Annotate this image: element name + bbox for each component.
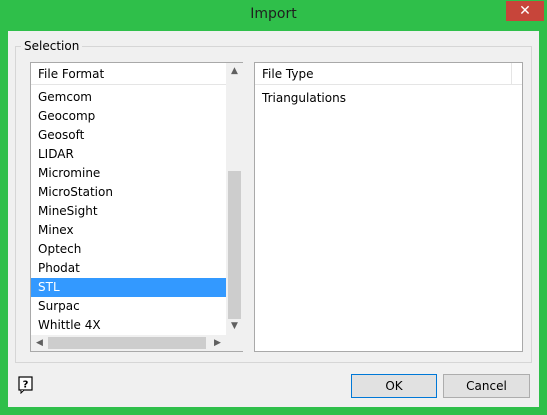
help-icon[interactable]: ? (18, 376, 34, 395)
scroll-up-icon[interactable]: ▲ (226, 63, 243, 80)
import-dialog: Import ✕ Selection File Format Gemcom Geo… (0, 0, 547, 415)
file-type-item[interactable]: Triangulations (262, 91, 346, 105)
column-separator[interactable] (511, 63, 512, 85)
file-format-item[interactable]: Gemcom (31, 88, 226, 107)
file-format-item[interactable]: MicroStation (31, 183, 226, 202)
horizontal-scroll-thumb[interactable] (48, 337, 206, 349)
file-format-item[interactable]: Phodat (31, 259, 226, 278)
file-format-list[interactable]: File Format Gemcom Geocomp Geosoft LIDAR Mic… (30, 62, 243, 352)
file-format-item[interactable]: LIDAR (31, 145, 226, 164)
scroll-left-icon[interactable]: ◀ (31, 335, 48, 351)
file-format-item[interactable]: Minex (31, 221, 226, 240)
file-type-header-label: File Type (262, 67, 314, 81)
ok-button[interactable]: OK (351, 374, 437, 398)
cancel-button[interactable]: Cancel (443, 374, 530, 398)
file-format-item[interactable]: Whittle 4X (31, 316, 226, 335)
scroll-right-icon[interactable]: ▶ (209, 335, 226, 351)
close-button[interactable]: ✕ (506, 1, 544, 21)
horizontal-scrollbar[interactable]: ◀ ▶ (31, 335, 226, 351)
vertical-scrollbar[interactable]: ▲ ▼ (226, 63, 243, 335)
vertical-scroll-thumb[interactable] (228, 171, 241, 319)
dialog-body: Selection File Format Gemcom Geocomp Geoso… (8, 31, 539, 407)
file-format-item[interactable]: Geocomp (31, 107, 226, 126)
svg-text:?: ? (23, 380, 29, 391)
file-format-item[interactable]: Micromine (31, 164, 226, 183)
file-type-list[interactable]: File Type Triangulations (254, 62, 523, 352)
file-format-header[interactable]: File Format (31, 63, 242, 85)
selection-group-label: Selection (21, 39, 83, 53)
scroll-down-icon[interactable]: ▼ (226, 318, 243, 335)
close-icon: ✕ (519, 3, 531, 19)
title-bar[interactable]: Import ✕ (0, 0, 547, 31)
file-format-item[interactable]: STL (31, 278, 226, 297)
file-format-rows: Gemcom Geocomp Geosoft LIDAR Micromine MicroS… (31, 88, 226, 335)
window-title: Import (250, 6, 297, 22)
file-format-item[interactable]: Geosoft (31, 126, 226, 145)
file-format-item[interactable]: MineSight (31, 202, 226, 221)
file-format-item[interactable]: Optech (31, 240, 226, 259)
scrollbar-corner (226, 335, 243, 351)
file-format-header-label: File Format (38, 67, 105, 81)
file-type-header[interactable]: File Type (255, 63, 522, 85)
file-format-item[interactable]: Surpac (31, 297, 226, 316)
